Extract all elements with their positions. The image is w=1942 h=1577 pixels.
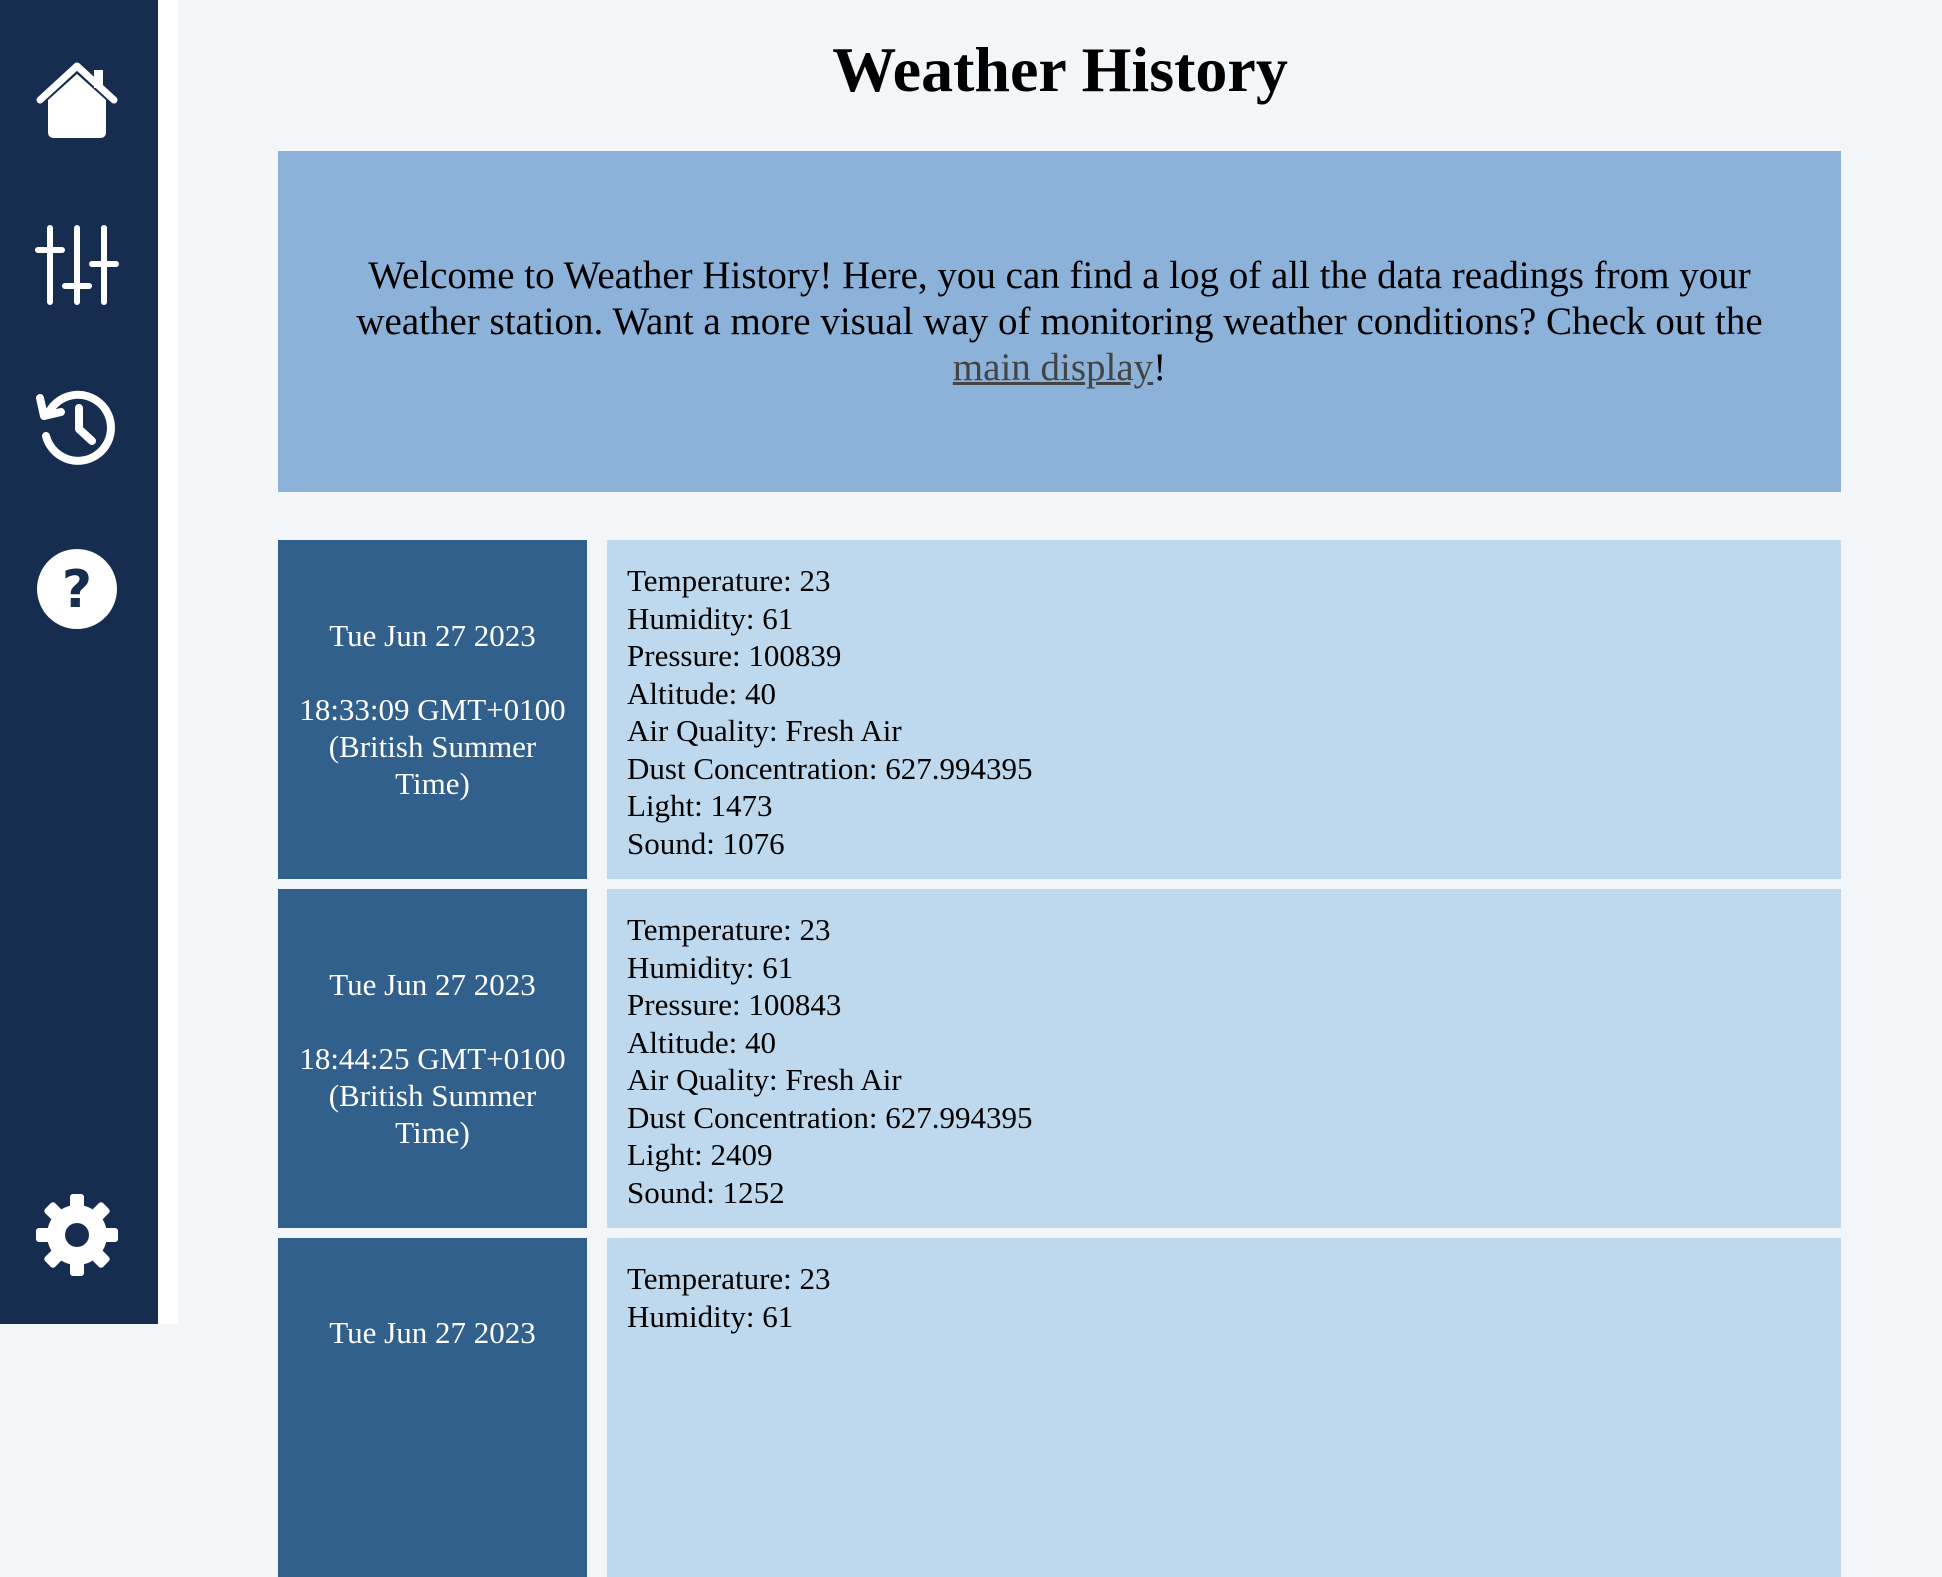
reading-line: Temperature: 23 — [627, 912, 831, 947]
reading-line: Air Quality: Fresh Air — [627, 713, 902, 748]
main-display-link[interactable]: main display — [953, 346, 1153, 389]
help-icon[interactable]: ? — [34, 546, 120, 632]
reading-line: Sound: 1076 — [627, 825, 785, 861]
record-timestamp: Tue Jun 27 2023 — [278, 1238, 587, 1577]
record-readings: Temperature: 23 Humidity: 61 Pressure: 100… — [607, 540, 1841, 879]
record-timestamp: Tue Jun 27 2023 18:33:09 GMT+0100 (Britis… — [278, 540, 587, 879]
reading-line: Temperature: 23 — [627, 1261, 831, 1296]
record-time: 18:44:25 GMT+0100 (British Summer Time) — [299, 1041, 566, 1150]
gear-icon[interactable] — [34, 1192, 120, 1278]
record-readings: Temperature: 23 Humidity: 61 Pressure: 100… — [607, 889, 1841, 1228]
home-icon[interactable] — [34, 60, 120, 146]
record-timestamp: Tue Jun 27 2023 18:44:25 GMT+0100 (Britis… — [278, 889, 587, 1228]
reading-line: Altitude: 40 — [627, 675, 776, 711]
reading-line: Sound: 1252 — [627, 1174, 785, 1210]
reading-line: Temperature: 23 — [627, 563, 831, 598]
intro-text-start: Welcome to Weather History! Here, you ca… — [356, 253, 1763, 343]
reading-line: Altitude: 40 — [627, 1024, 776, 1060]
reading-line: Pressure: 100839 — [627, 638, 842, 673]
intro-text: Welcome to Weather History! Here, you ca… — [338, 253, 1781, 391]
sidebar: ? — [0, 0, 158, 1324]
reading-line: Humidity: 61 — [627, 600, 794, 636]
reading-line: Air Quality: Fresh Air — [627, 1062, 902, 1097]
record-time: 18:33:09 GMT+0100 (British Summer Time) — [299, 692, 566, 801]
reading-line: Pressure: 100843 — [627, 987, 842, 1022]
reading-line: Light: 2409 — [627, 1137, 773, 1172]
svg-text:?: ? — [62, 560, 92, 620]
record-row: Tue Jun 27 2023 18:33:09 GMT+0100 (Britis… — [278, 540, 1841, 879]
sidebar-divider — [158, 0, 178, 1324]
record-date: Tue Jun 27 2023 — [329, 967, 536, 1002]
page-title: Weather History — [832, 34, 1288, 105]
reading-line: Light: 1473 — [627, 788, 773, 823]
intro-text-end: ! — [1153, 345, 1167, 389]
sliders-icon[interactable] — [34, 222, 120, 308]
record-date: Tue Jun 27 2023 — [329, 618, 536, 653]
record-date: Tue Jun 27 2023 — [329, 1315, 536, 1350]
intro-banner: Welcome to Weather History! Here, you ca… — [278, 151, 1841, 492]
reading-line: Humidity: 61 — [627, 1298, 794, 1334]
reading-line: Dust Concentration: 627.994395 — [627, 1099, 1033, 1135]
record-readings: Temperature: 23 Humidity: 61 — [607, 1238, 1841, 1577]
record-row: Tue Jun 27 2023 Temperature: 23 Humidity: … — [278, 1238, 1841, 1577]
history-icon[interactable] — [34, 384, 120, 470]
record-row: Tue Jun 27 2023 18:44:25 GMT+0100 (Britis… — [278, 889, 1841, 1228]
reading-line: Humidity: 61 — [627, 949, 794, 985]
reading-line: Dust Concentration: 627.994395 — [627, 750, 1033, 786]
